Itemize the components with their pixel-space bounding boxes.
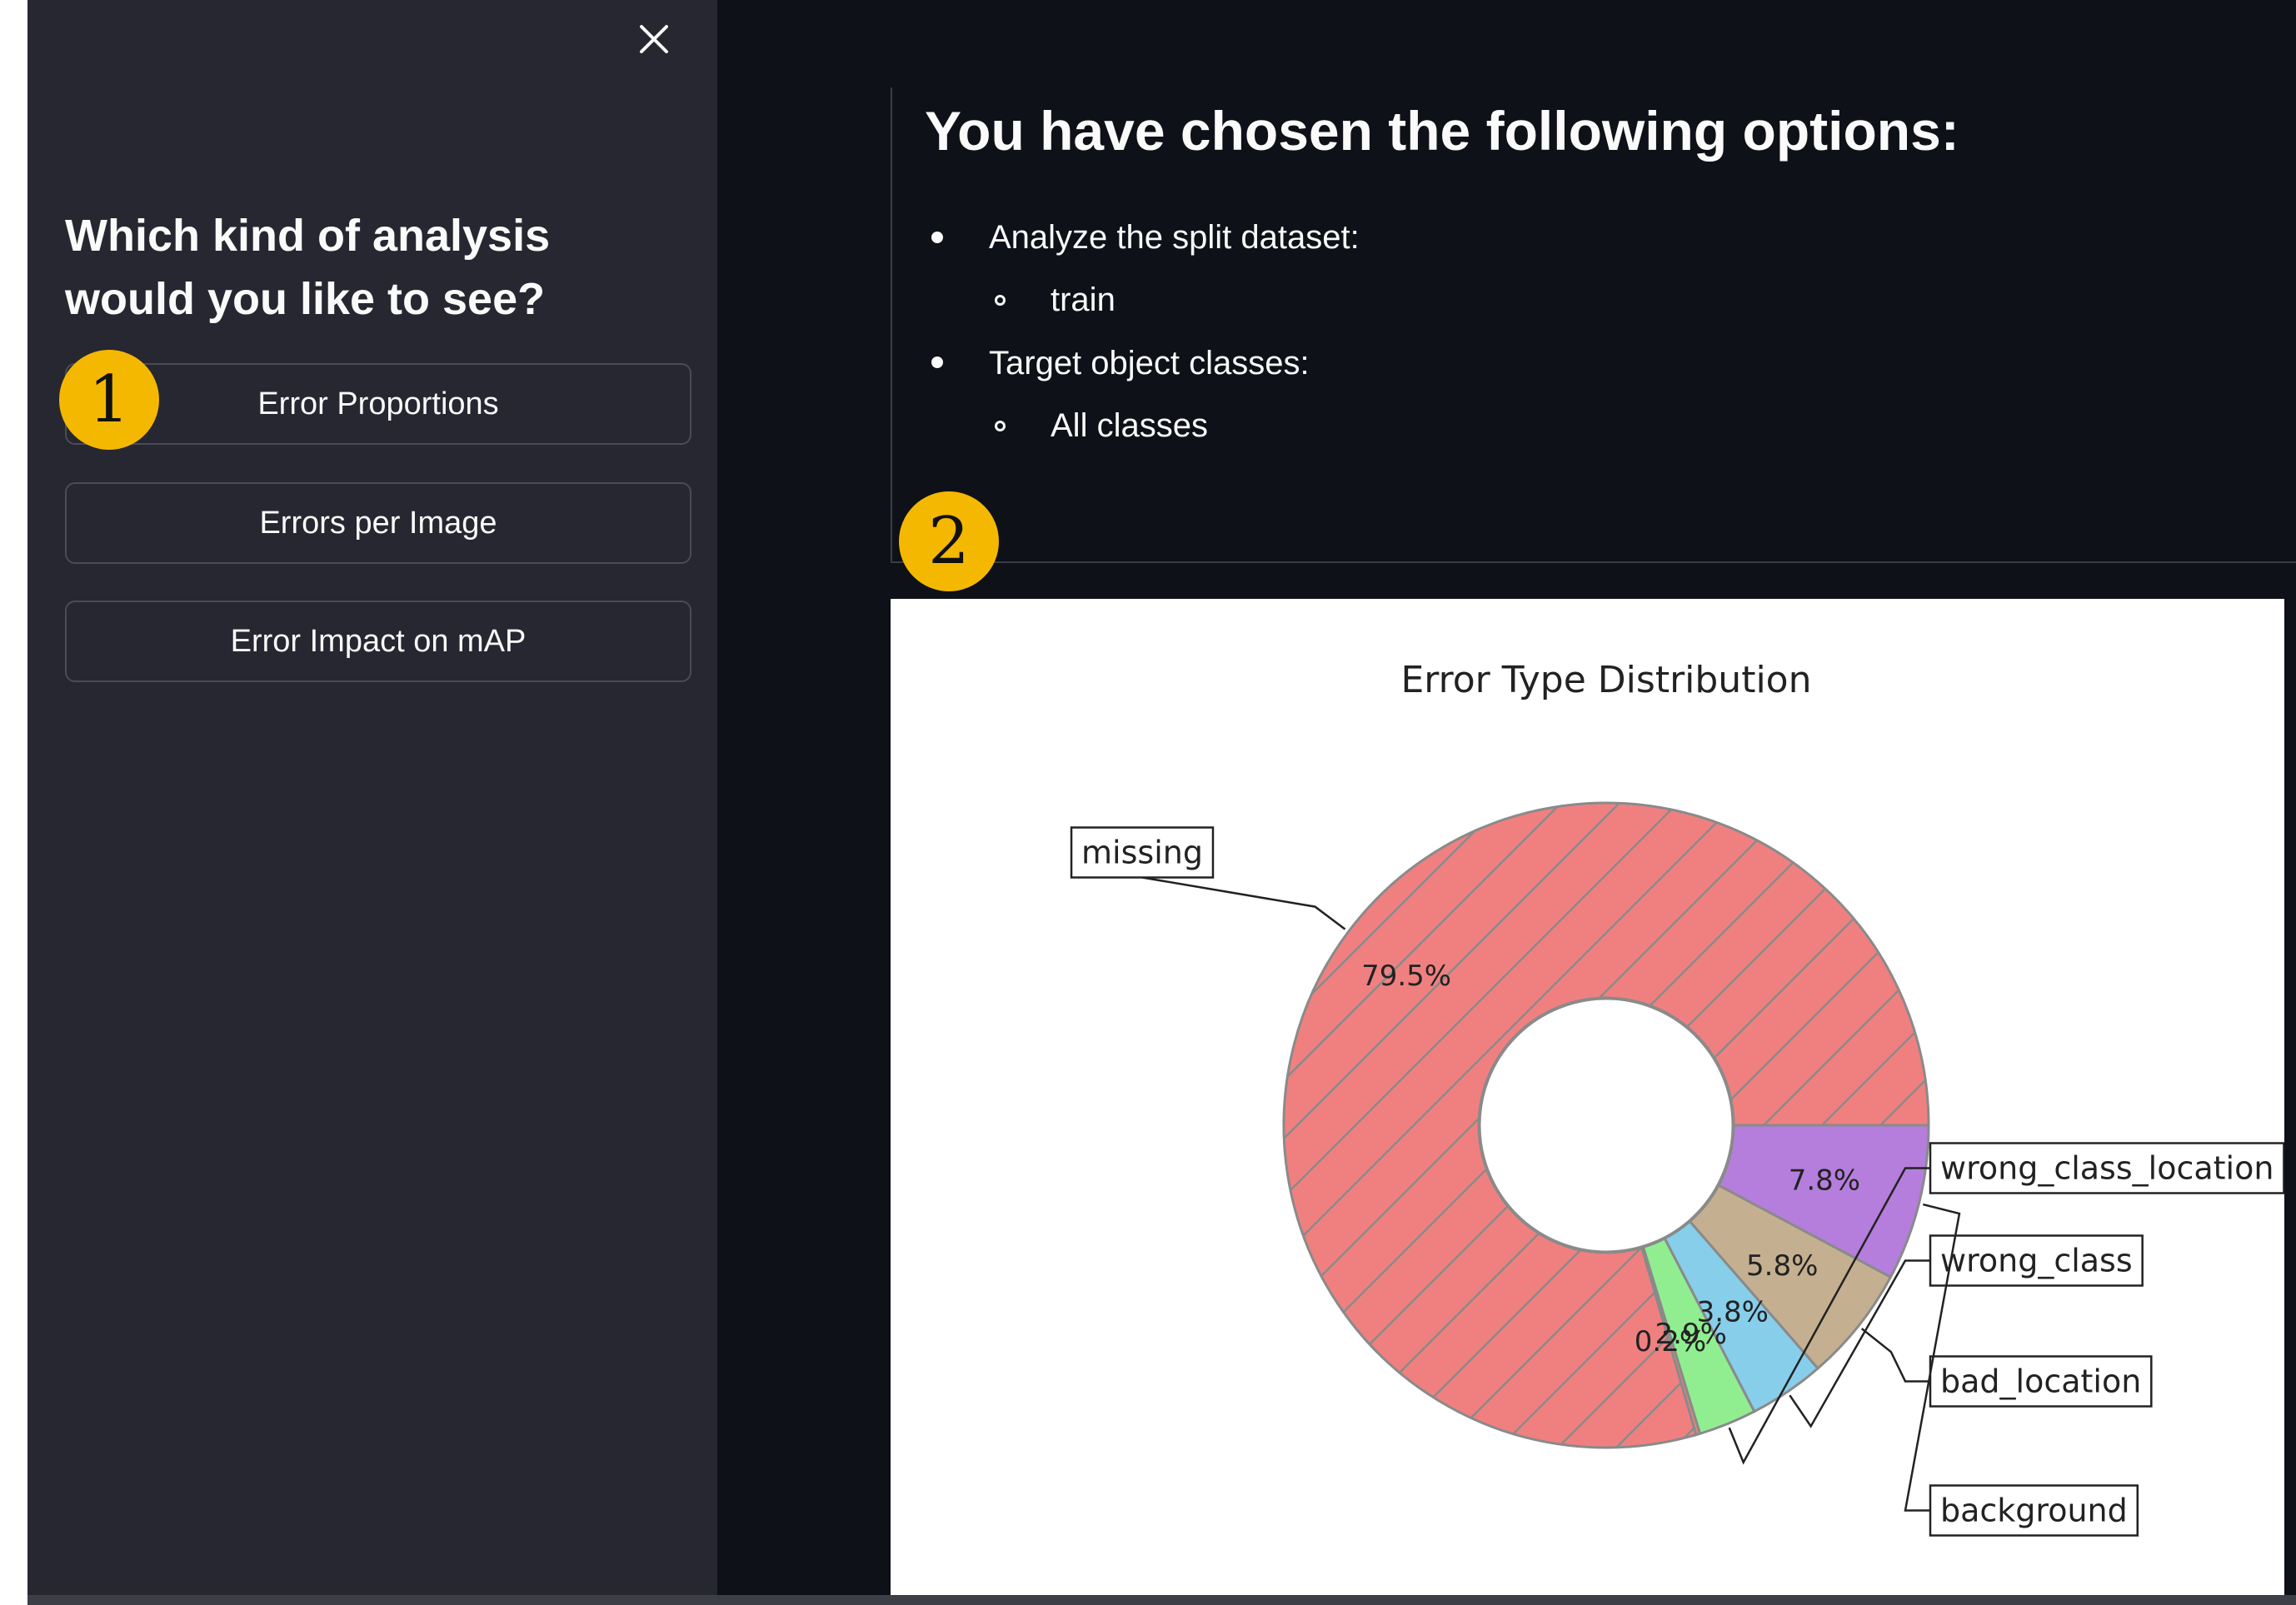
error-proportions-label: Error Proportions <box>257 386 499 421</box>
pct-label-wrong-class: 3.8% <box>1697 1295 1769 1328</box>
summary-left-border <box>891 87 892 562</box>
donut-hole <box>1478 997 1734 1254</box>
step-marker-1: 1 <box>59 350 159 450</box>
leader-line-bad-location <box>1860 1328 1930 1383</box>
sidebar-heading: Which kind of analysis would you like to… <box>65 204 698 331</box>
chart-title: Error Type Distribution <box>1401 659 1812 701</box>
option-split-label: Analyze the split dataset: <box>989 219 1360 256</box>
legend-label-wrong-class-location: wrong_class_location <box>1940 1150 2274 1187</box>
close-sidebar-button[interactable] <box>629 18 679 60</box>
option-split-value: train <box>1051 282 1116 318</box>
summary-divider <box>891 561 2296 563</box>
legend-label-missing: missing <box>1081 835 1203 871</box>
legend-label-bad-location: bad_location <box>1940 1363 2141 1400</box>
error-impact-on-map-button[interactable]: Error Impact on mAP <box>65 601 691 682</box>
close-icon <box>640 25 668 53</box>
chart-container: Error Type Distribution 79.5% 0.2% 2.9% 3.8%… <box>891 599 2284 1595</box>
errors-per-image-button[interactable]: Errors per Image <box>65 482 691 564</box>
bullet-dot <box>931 232 943 243</box>
left-margin <box>0 0 27 1605</box>
pct-label-missing: 79.5% <box>1361 960 1451 993</box>
sidebar-heading-line1: Which kind of analysis <box>65 211 551 261</box>
errors-per-image-label: Errors per Image <box>259 505 497 541</box>
sub-bullet-circle <box>995 295 1006 306</box>
sub-bullet-circle <box>995 421 1006 431</box>
bottom-scrollbar[interactable] <box>27 1595 2296 1605</box>
bullet-dot <box>931 356 943 368</box>
sidebar-heading-line2: would you like to see? <box>65 274 546 324</box>
error-proportions-button[interactable]: Error Proportions <box>65 363 691 445</box>
error-impact-on-map-label: Error Impact on mAP <box>230 623 527 659</box>
leader-line-missing <box>1141 876 1346 930</box>
pct-label-background: 7.8% <box>1789 1164 1860 1198</box>
sidebar: Which kind of analysis would you like to… <box>27 0 717 1595</box>
legend-label-wrong-class: wrong_class <box>1940 1243 2133 1279</box>
step-marker-2: 2 <box>899 491 999 591</box>
legend-label-background: background <box>1940 1493 2128 1529</box>
summary-title: You have chosen the following options: <box>925 100 1959 162</box>
error-type-pie-chart: Error Type Distribution79.5%0.2%2.9%3.8%… <box>1070 659 2284 1537</box>
option-classes-label: Target object classes: <box>989 345 1310 381</box>
option-classes-value: All classes <box>1051 407 1208 444</box>
pct-label-bad-location: 5.8% <box>1746 1249 1818 1283</box>
